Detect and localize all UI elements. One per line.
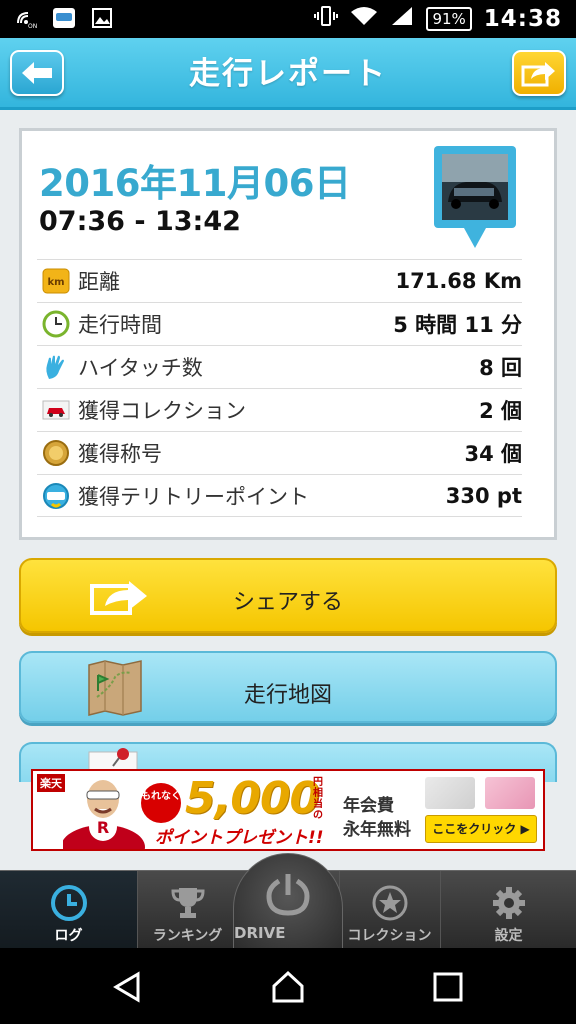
ad-mascot-illustration: R [63, 780, 145, 849]
ad-cta-button[interactable]: ここをクリック ▶ [425, 815, 537, 843]
stat-label: 走行時間 [78, 313, 162, 337]
clock-icon [42, 310, 70, 338]
stat-label: 獲得称号 [78, 442, 162, 466]
nfc-icon: ON [14, 7, 38, 29]
tab-settings[interactable]: 設定 [440, 871, 576, 949]
ad-unit: 円相当の [313, 777, 323, 821]
credit-card-image [425, 777, 475, 809]
tab-collection[interactable]: コレクション [339, 871, 439, 949]
back-arrow-icon [22, 62, 52, 84]
share-icon [521, 62, 555, 87]
status-bar: ON 91% 14:38 [0, 0, 576, 38]
svg-text:ON: ON [28, 23, 37, 29]
signal-icon [390, 5, 414, 32]
tab-label: ログ [54, 928, 83, 944]
stat-label: 獲得コレクション [78, 399, 246, 423]
image-icon [90, 7, 114, 29]
car-photo-pin[interactable] [432, 144, 518, 254]
svg-text:R: R [97, 818, 109, 837]
app-header: 走行レポート [0, 38, 576, 110]
ad-brand-logo: 楽天 [37, 774, 65, 792]
drive-map-button-label: 走行地図 [243, 683, 332, 708]
star-badge-icon [370, 883, 410, 923]
ad-amount: 5,000 [185, 773, 320, 824]
car-icon [42, 396, 70, 424]
stat-row-collection: 獲得コレクション 2 個 [37, 388, 522, 431]
stat-value: 171.68 Km [395, 269, 522, 293]
ad-subtitle: ポイントプレゼント!! [155, 828, 324, 848]
log-clock-icon [49, 883, 89, 923]
stat-label: 獲得テリトリーポイント [78, 484, 309, 509]
ad-fee-line-2: 永年無料 [343, 820, 411, 840]
nav-recents-icon[interactable] [431, 970, 465, 1004]
vibrate-icon [314, 5, 339, 32]
header-share-button[interactable] [512, 50, 566, 96]
stat-label: 距離 [78, 270, 120, 294]
share-button[interactable]: シェアする [19, 558, 557, 633]
stat-label: ハイタッチ数 [78, 356, 203, 380]
wifi-icon [350, 5, 378, 32]
tab-log[interactable]: ログ [0, 871, 137, 949]
stat-value: 34 個 [464, 442, 522, 466]
page-title: 走行レポート [189, 56, 387, 92]
nav-home-icon[interactable] [271, 970, 305, 1004]
app-notification-icon [52, 7, 76, 29]
drive-report-card: 2016年11月06日 07:36 - 13:42 km 距離 171.68 K… [19, 128, 557, 540]
tab-drive[interactable]: DRIVE [233, 853, 343, 948]
share-button-label: シェアする [232, 590, 343, 615]
back-button[interactable] [10, 50, 64, 96]
tab-label: 設定 [494, 928, 523, 944]
gear-icon [489, 883, 529, 923]
stat-row-titles: 獲得称号 34 個 [37, 431, 522, 474]
battery-indicator: 91% [426, 6, 472, 31]
stat-row-territory: 獲得テリトリーポイント 330 pt [37, 474, 522, 517]
stats-list: km 距離 171.68 Km 走行時間 5 時間 11 分 ハイタッチ数 8 … [37, 259, 522, 517]
svg-text:km: km [47, 277, 64, 288]
km-icon: km [42, 267, 70, 295]
ad-banner[interactable]: 楽天 R もれなく 5,000 円相当の ポイントプレゼント!! 年会費 永年無… [31, 769, 545, 851]
stat-value: 2 個 [479, 399, 522, 423]
drive-map-button[interactable]: 走行地図 [19, 651, 557, 723]
power-icon [264, 870, 312, 918]
clock-time: 14:38 [483, 5, 562, 32]
credit-card-image [485, 777, 535, 809]
system-navigation-bar [0, 948, 576, 1024]
nav-back-icon[interactable] [110, 970, 144, 1004]
stat-value: 330 pt [445, 483, 522, 508]
ad-badge: もれなく [141, 783, 181, 823]
stat-value: 5 時間 11 分 [393, 313, 522, 337]
report-date: 2016年11月06日 [39, 162, 351, 205]
stat-value: 8 回 [479, 356, 522, 380]
stat-row-drive-time: 走行時間 5 時間 11 分 [37, 302, 522, 345]
trophy-icon [168, 883, 208, 923]
tab-ranking[interactable]: ランキング [137, 871, 237, 949]
report-time-range: 07:36 - 13:42 [39, 206, 241, 237]
stat-row-hi-touch: ハイタッチ数 8 回 [37, 345, 522, 388]
tab-label: DRIVE [234, 924, 286, 942]
spot-icon [42, 482, 70, 510]
tab-label: コレクション [347, 928, 432, 944]
hi-touch-hand-icon [42, 353, 70, 381]
medal-icon [42, 439, 70, 467]
tab-label: ランキング [152, 928, 223, 944]
ad-fee-line-1: 年会費 [343, 796, 394, 816]
stat-row-distance: km 距離 171.68 Km [37, 259, 522, 302]
